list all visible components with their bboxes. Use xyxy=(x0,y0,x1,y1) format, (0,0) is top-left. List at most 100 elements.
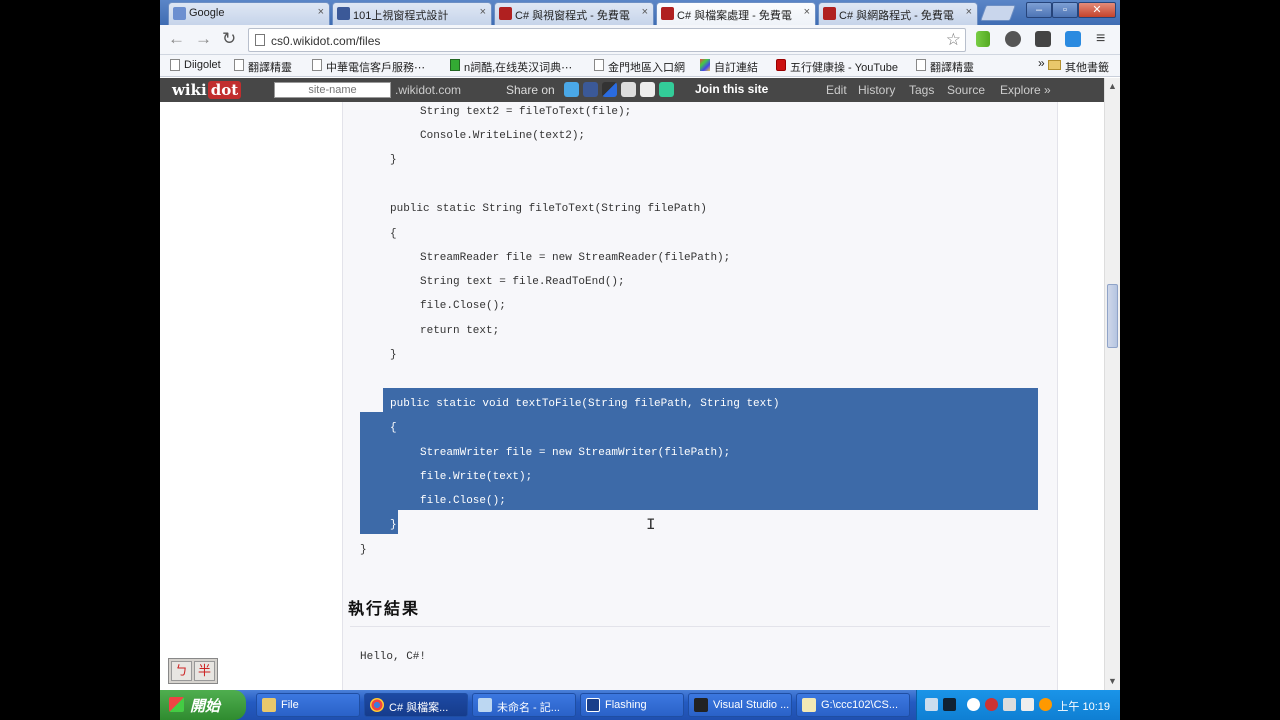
forward-icon[interactable]: → xyxy=(195,29,212,49)
back-arrow-icon[interactable] xyxy=(967,698,980,711)
task-label: Flashing xyxy=(605,699,647,711)
code-line: StreamReader file = new StreamReader(fil… xyxy=(420,252,731,264)
tags-link[interactable]: Tags xyxy=(909,83,934,97)
code-line: } xyxy=(390,154,397,166)
wordpress-icon[interactable] xyxy=(1005,31,1021,47)
tab-google[interactable]: Google × xyxy=(168,2,330,25)
bookmark-dict[interactable]: n詞酷,在线英汉词典⋯ xyxy=(450,59,572,75)
folder-icon xyxy=(1048,60,1061,70)
edit-link[interactable]: Edit xyxy=(826,83,847,97)
task-chrome[interactable]: C# 與檔案... xyxy=(364,693,468,717)
tab-csharp-network[interactable]: C# 與網路程式 - 免費電 × xyxy=(818,2,978,25)
page-icon xyxy=(916,59,926,71)
extension-icon[interactable] xyxy=(1035,31,1051,47)
close-window-button[interactable]: ✕ xyxy=(1078,2,1116,18)
site-name-input[interactable] xyxy=(274,82,391,98)
bookmarks-overflow-icon[interactable]: » xyxy=(1024,56,1045,70)
tab-label: C# 與網路程式 - 免費電 xyxy=(839,10,954,22)
share-on-label: Share on xyxy=(506,83,555,97)
code-line: } xyxy=(390,519,397,531)
clock[interactable]: 上午 10:19 xyxy=(1057,698,1110,714)
close-icon[interactable]: × xyxy=(966,6,972,18)
task-notepad[interactable]: 未命名 - 記... xyxy=(472,693,576,717)
page-icon xyxy=(312,59,322,71)
close-icon[interactable]: × xyxy=(318,6,324,18)
code-line: { xyxy=(390,228,397,240)
volume-icon[interactable] xyxy=(1021,698,1034,711)
tab-facebook[interactable]: 101上視窗程式設計 × xyxy=(332,2,492,25)
source-link[interactable]: Source xyxy=(947,83,985,97)
bookmark-translate[interactable]: 翻譯精靈 xyxy=(234,59,292,75)
task-label: 未命名 - 記... xyxy=(497,702,560,714)
back-icon[interactable]: ← xyxy=(168,29,185,49)
output-text: Hello, C#! xyxy=(360,651,427,663)
code-line: } xyxy=(360,544,367,556)
url-text: cs0.wikidot.com/files xyxy=(271,34,381,48)
bookmark-label: 中華電信客戶服務⋯ xyxy=(326,62,425,74)
close-icon[interactable]: × xyxy=(480,6,486,18)
bookmark-label: n詞酷,在线英汉词典⋯ xyxy=(464,62,573,74)
code-line: String text = file.ReadToEnd(); xyxy=(420,276,625,288)
ime-key-zhuyin[interactable]: ㄅ xyxy=(171,661,192,681)
bookmark-label: 金門地區入口網 xyxy=(608,62,685,74)
task-editor[interactable]: G:\ccc102\CS... xyxy=(796,693,910,717)
scroll-up-icon[interactable]: ▲ xyxy=(1108,81,1117,91)
stumbleupon-icon[interactable] xyxy=(659,82,674,97)
security-icon[interactable] xyxy=(1039,698,1052,711)
bookmark-youtube[interactable]: 五行健康操 - YouTube xyxy=(776,59,898,75)
bookmark-label: 其他書籤 xyxy=(1065,62,1109,74)
text-cursor-icon: I xyxy=(646,516,656,534)
help-icon[interactable] xyxy=(943,698,956,711)
history-link[interactable]: History xyxy=(858,83,895,97)
tab-csharp-window[interactable]: C# 與視窗程式 - 免費電 × xyxy=(494,2,654,25)
delicious-icon[interactable] xyxy=(602,82,617,97)
bookmark-custom[interactable]: 自訂連結 xyxy=(700,59,758,75)
bookmark-translate-2[interactable]: 翻譯精靈 xyxy=(916,59,974,75)
tab-label: C# 與視窗程式 - 免費電 xyxy=(515,10,630,22)
join-site-link[interactable]: Join this site xyxy=(695,82,768,96)
close-icon[interactable]: × xyxy=(642,6,648,18)
wikidot-icon xyxy=(823,7,836,20)
facebook-icon[interactable] xyxy=(583,82,598,97)
code-line: StreamWriter file = new StreamWriter(fil… xyxy=(420,447,731,459)
ime-key-half[interactable]: 半 xyxy=(194,661,215,681)
display-icon[interactable] xyxy=(1003,698,1016,711)
tab-csharp-files[interactable]: C# 與檔案處理 - 免費電 × xyxy=(656,2,816,26)
task-label: C# 與檔案... xyxy=(389,702,449,714)
scrollbar-thumb[interactable] xyxy=(1107,284,1118,348)
minimize-button[interactable]: – xyxy=(1026,2,1052,18)
reload-icon[interactable]: ↻ xyxy=(222,29,236,49)
network-icon[interactable] xyxy=(925,698,938,711)
explore-link[interactable]: Explore » xyxy=(1000,83,1051,97)
diigo-icon[interactable] xyxy=(1065,31,1081,47)
digg-icon[interactable] xyxy=(621,82,636,97)
task-flashing[interactable]: Flashing xyxy=(580,693,684,717)
page-icon xyxy=(594,59,604,71)
bookmark-diigolet[interactable]: Diigolet xyxy=(170,59,221,71)
youtube-icon xyxy=(776,59,786,71)
new-tab-button[interactable] xyxy=(980,5,1016,21)
bookmark-cht[interactable]: 中華電信客戶服務⋯ xyxy=(312,59,425,75)
maximize-button[interactable]: ▫ xyxy=(1052,2,1078,18)
address-bar[interactable]: cs0.wikidot.com/files ☆ xyxy=(248,28,966,52)
close-icon[interactable]: × xyxy=(804,6,810,18)
code-line: file.Write(text); xyxy=(420,471,533,483)
twitter-icon[interactable] xyxy=(564,82,579,97)
scroll-down-icon[interactable]: ▼ xyxy=(1108,676,1117,686)
vertical-scrollbar[interactable]: ▲ ▼ xyxy=(1104,78,1120,690)
menu-icon[interactable]: ≡ xyxy=(1096,30,1105,48)
bookmark-kinmen[interactable]: 金門地區入口網 xyxy=(594,59,685,75)
bookmark-other[interactable]: 其他書籤 xyxy=(1048,59,1109,75)
task-label: Visual Studio ... xyxy=(713,699,790,711)
start-button[interactable]: 開始 xyxy=(160,690,246,720)
output-box: Hello, C#! xyxy=(350,626,1050,690)
task-visual-studio[interactable]: Visual Studio ... xyxy=(688,693,792,717)
task-file[interactable]: File xyxy=(256,693,360,717)
reddit-icon[interactable] xyxy=(640,82,655,97)
bookmark-star-icon[interactable]: ☆ xyxy=(946,30,961,50)
taskbar: 開始 File C# 與檔案... 未命名 - 記... Flashing Vi… xyxy=(160,690,1120,720)
ime-icon[interactable] xyxy=(985,698,998,711)
signal-icon[interactable] xyxy=(976,31,990,47)
wikidot-logo[interactable]: wiki dot xyxy=(172,81,242,99)
ime-toolbar[interactable]: ㄅ 半 xyxy=(168,658,218,684)
